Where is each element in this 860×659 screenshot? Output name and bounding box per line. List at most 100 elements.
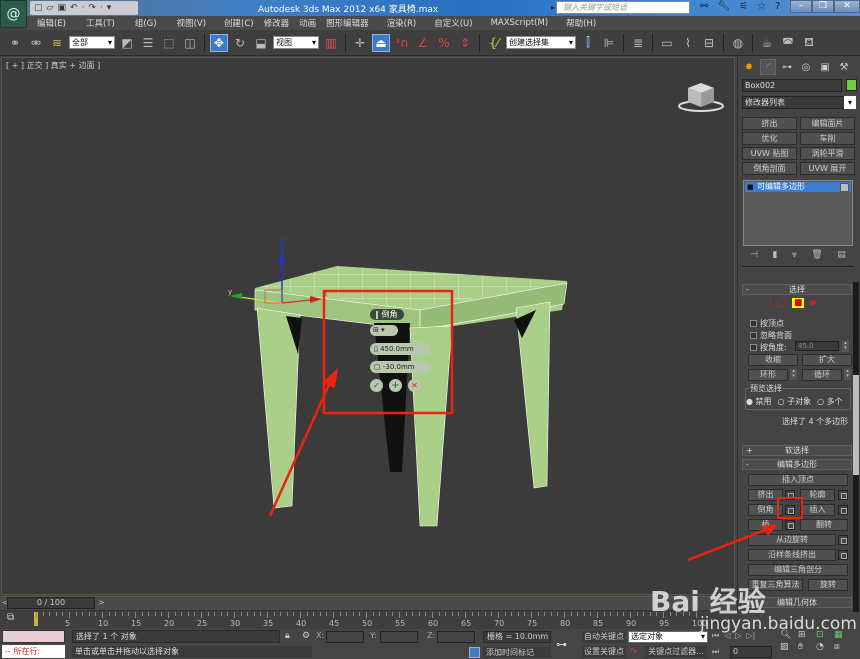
preview-subobject-radio[interactable]: ○ 子对象 bbox=[778, 396, 812, 407]
edit-triangulation-button[interactable]: 编辑三角剖分 bbox=[748, 564, 848, 576]
select-by-name-icon[interactable]: ☰ bbox=[139, 34, 157, 52]
border-icon[interactable]: ◯ bbox=[777, 298, 787, 308]
bridge-settings-button[interactable] bbox=[785, 520, 795, 530]
inset-settings-button[interactable] bbox=[838, 505, 848, 515]
percent-snap-icon[interactable]: % bbox=[435, 34, 453, 52]
grow-button[interactable]: 扩大 bbox=[802, 354, 852, 366]
key-filters-button[interactable]: 关键点过滤器... bbox=[645, 646, 707, 658]
lock-selection-icon[interactable]: 🔒︎ bbox=[285, 631, 290, 641]
maximize-viewport-icon[interactable]: ⧈ bbox=[834, 642, 850, 652]
outline-button[interactable]: 轮廓 bbox=[800, 489, 835, 501]
set-key-button[interactable]: 设置关键点 bbox=[582, 646, 626, 658]
by-vertex-checkbox[interactable]: 按顶点 bbox=[750, 318, 784, 329]
menu-rendering[interactable]: 渲染(R) bbox=[369, 17, 417, 29]
menu-graph-editors[interactable]: 图形编辑器 bbox=[316, 17, 369, 29]
current-frame-field[interactable]: 0 bbox=[730, 646, 772, 658]
orbit-icon[interactable]: ◔ bbox=[816, 642, 832, 652]
menu-help[interactable]: 帮助(H) bbox=[548, 17, 596, 29]
modifier-button-turbosmooth[interactable]: 涡轮平滑 bbox=[800, 147, 855, 160]
curve-icon[interactable]: ∿ bbox=[630, 646, 638, 656]
modifier-button-optimize[interactable]: 优化 bbox=[742, 132, 797, 145]
extrude-along-spline-button[interactable]: 沿样条线挤出 bbox=[748, 549, 836, 561]
menu-create[interactable]: 创建(C) bbox=[206, 17, 254, 29]
wrench-icon[interactable]: 🔧︎ bbox=[717, 1, 730, 12]
reference-coordinate-dropdown[interactable]: 视图 bbox=[273, 36, 319, 49]
material-editor-icon[interactable]: ◍ bbox=[729, 34, 747, 52]
select-rotate-icon[interactable]: ↻ bbox=[231, 34, 249, 52]
outline-settings-button[interactable] bbox=[838, 490, 848, 500]
caddy-type-dropdown[interactable]: ⊞ ▾ bbox=[370, 325, 398, 336]
time-tag-icon[interactable] bbox=[469, 647, 480, 658]
help-icon[interactable]: ? bbox=[775, 1, 780, 12]
modifier-button-uvw-map[interactable]: UVW 贴图 bbox=[742, 147, 797, 160]
spinner-snap-icon[interactable]: ⇕ bbox=[456, 34, 474, 52]
vertex-icon[interactable]: ∴ bbox=[758, 298, 764, 308]
snaps-toggle-icon[interactable]: ³∩ bbox=[393, 34, 411, 52]
render-setup-icon[interactable]: ☕︎ bbox=[758, 34, 776, 52]
display-icon[interactable]: ▣ bbox=[817, 59, 833, 75]
minimize-button[interactable]: – bbox=[790, 0, 812, 13]
binoculars-icon[interactable]: ⚯ bbox=[700, 1, 708, 12]
undo-icon[interactable]: ↶ bbox=[70, 3, 78, 13]
rendered-frame-window-icon[interactable]: ◚ bbox=[779, 34, 797, 52]
redo-dropdown-icon[interactable]: · bbox=[100, 3, 103, 13]
insert-vertex-button[interactable]: 插入顶点 bbox=[748, 474, 848, 486]
time-slider-thumb[interactable]: 0 / 100 bbox=[7, 597, 95, 609]
show-end-result-icon[interactable]: ▮ bbox=[772, 250, 777, 260]
window-crossing-icon[interactable]: ◫ bbox=[181, 34, 199, 52]
flip-button[interactable]: 翻转 bbox=[800, 519, 848, 531]
object-name-field[interactable]: Box002 bbox=[742, 79, 842, 92]
menu-edit[interactable]: 编辑(E) bbox=[27, 17, 66, 29]
restore-button[interactable]: ❐ bbox=[812, 0, 834, 13]
keyboard-shortcut-override-icon[interactable]: ⏏ bbox=[372, 33, 390, 52]
modifier-button-edit-patch[interactable]: 编辑面片 bbox=[800, 117, 855, 130]
link-icon[interactable]: ⚭ bbox=[6, 34, 24, 52]
preview-disabled-radio[interactable]: ● 禁用 bbox=[746, 396, 772, 407]
layer-manager-icon[interactable]: ≣ bbox=[629, 34, 647, 52]
hinge-settings-button[interactable] bbox=[838, 535, 848, 545]
modifier-stack[interactable]: 可编辑多边形 bbox=[743, 180, 853, 246]
hierarchy-icon[interactable]: ⊶ bbox=[779, 59, 795, 75]
stack-item-editable-poly[interactable]: 可编辑多边形 bbox=[745, 182, 851, 192]
angle-spinner[interactable]: ▴ ▾ bbox=[842, 341, 849, 352]
schematic-view-icon[interactable]: ⊟ bbox=[700, 34, 718, 52]
mini-curve-editor-icon[interactable]: ⧉ bbox=[7, 612, 14, 623]
menu-customize[interactable]: 自定义(U) bbox=[416, 17, 472, 29]
soft-selection-rollout-header[interactable]: + 软选择 bbox=[742, 445, 852, 456]
caddy-outline-value[interactable]: -30.0mm bbox=[383, 363, 415, 371]
satellite-icon[interactable]: ⚟ bbox=[739, 1, 748, 12]
ignore-backfacing-checkbox[interactable]: 忽略背面 bbox=[750, 330, 792, 341]
ring-spinner[interactable]: ▴ ▾ bbox=[790, 369, 797, 380]
edit-polygons-rollout-header[interactable]: - 编辑多边形 bbox=[742, 459, 852, 470]
pan-icon[interactable]: ✋︎ bbox=[798, 642, 814, 652]
angle-snap-icon[interactable]: ∠ bbox=[414, 34, 432, 52]
menu-tools[interactable]: 工具(T) bbox=[66, 17, 115, 29]
menu-group[interactable]: 组(G) bbox=[115, 17, 157, 29]
utilities-icon[interactable]: ⚒ bbox=[836, 59, 852, 75]
shrink-button[interactable]: 收缩 bbox=[748, 354, 798, 366]
x-coordinate-field[interactable] bbox=[326, 631, 364, 643]
modifier-list-dropdown[interactable]: 修改器列表 bbox=[742, 96, 856, 109]
mirror-icon[interactable]: ⫿ bbox=[579, 34, 597, 52]
search-input[interactable]: 键入关键字或短语 bbox=[551, 1, 690, 14]
redo-icon[interactable]: ↷ bbox=[88, 3, 96, 13]
ring-button[interactable]: 环形 bbox=[748, 369, 788, 381]
selection-filter-dropdown[interactable]: 全部 bbox=[69, 36, 115, 49]
hinge-from-edge-button[interactable]: 从边旋转 bbox=[748, 534, 836, 546]
motion-icon[interactable]: ◎ bbox=[798, 59, 814, 75]
chevron-down-icon[interactable]: ▾ bbox=[844, 96, 856, 109]
bind-spacewarp-icon[interactable]: ≋ bbox=[48, 34, 66, 52]
add-time-tag[interactable]: 添加时间标记 bbox=[483, 647, 551, 658]
application-button[interactable]: @ bbox=[0, 0, 27, 28]
scene-explorer-icon[interactable]: ▭ bbox=[658, 34, 676, 52]
select-scale-icon[interactable]: ⬓ bbox=[252, 34, 270, 52]
menu-animation[interactable]: 动画 bbox=[289, 17, 316, 29]
caddy-title[interactable]: ‖ 倒角 bbox=[370, 309, 404, 320]
field-of-view-icon[interactable]: ▨ bbox=[780, 642, 796, 652]
polygon-icon[interactable]: ■ bbox=[791, 298, 805, 308]
modifier-button-unwrap-uvw[interactable]: UVW 展开 bbox=[800, 162, 855, 175]
undo-dropdown-icon[interactable]: · bbox=[82, 3, 85, 13]
render-production-icon[interactable]: ⛾ bbox=[800, 34, 818, 52]
menu-modifiers[interactable]: 修改器 bbox=[254, 17, 290, 29]
key-icon[interactable]: ⊶ bbox=[556, 638, 567, 651]
